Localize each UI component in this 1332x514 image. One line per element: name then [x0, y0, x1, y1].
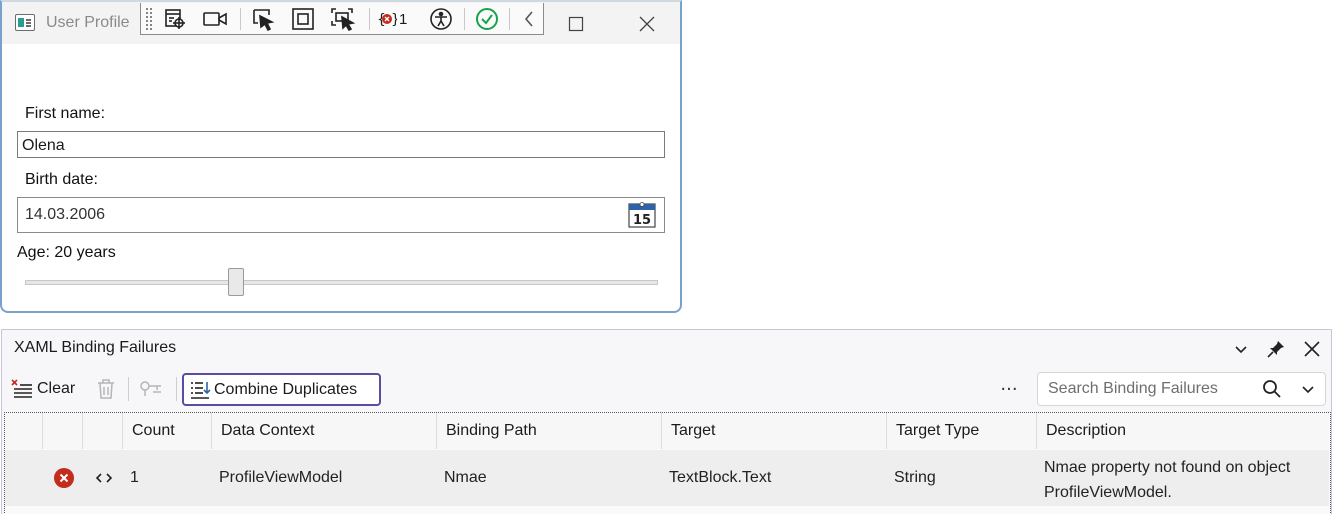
- camera-icon: [203, 12, 227, 26]
- collapse-toolbar-button[interactable]: [515, 6, 543, 32]
- accessibility-icon: [430, 8, 452, 30]
- select-element-icon: [253, 9, 275, 31]
- binding-error-count: 1: [399, 10, 408, 28]
- col-header-count[interactable]: Count: [123, 413, 212, 449]
- in-app-toolbar: { } 1: [140, 3, 544, 35]
- birth-date-label: Birth date:: [25, 171, 98, 188]
- search-box: [1037, 372, 1326, 406]
- data-context-cell: ProfileViewModel: [219, 469, 343, 486]
- search-input[interactable]: [1038, 373, 1254, 405]
- birth-date-value: 14.03.2006: [25, 206, 106, 223]
- chevron-down-icon[interactable]: [1300, 381, 1316, 397]
- col-header-binding-path[interactable]: Binding Path: [437, 413, 662, 449]
- accessibility-checker-button[interactable]: [427, 6, 455, 32]
- first-name-label: First name:: [25, 105, 106, 122]
- count-cell: 1: [130, 469, 139, 486]
- show-in-app-toolbar-button[interactable]: [201, 6, 229, 32]
- app-window: User Profile {1 First name: Olena Birth…: [0, 0, 682, 313]
- pin-panel-button[interactable]: [1263, 336, 1289, 362]
- error-icon-cell: [53, 450, 75, 506]
- combine-duplicates-label: Combine Duplicates: [214, 380, 358, 398]
- maximize-icon: [568, 16, 584, 32]
- chevron-left-icon: [524, 11, 533, 27]
- live-visual-tree-icon: [165, 9, 185, 29]
- col-header-data-context[interactable]: Data Context: [212, 413, 437, 449]
- close-icon: [639, 16, 655, 32]
- close-window-button[interactable]: [633, 10, 661, 38]
- binding-path-cell: Nmae: [444, 469, 487, 486]
- col-header-error: [5, 413, 43, 449]
- calendar-icon[interactable]: 15: [628, 202, 656, 228]
- clear-label: Clear: [37, 380, 76, 397]
- window-title: User Profile: [46, 14, 130, 31]
- more-options-button[interactable]: ···: [996, 374, 1022, 404]
- panel-options-button[interactable]: [1228, 336, 1254, 362]
- col-header-expand: [43, 413, 83, 449]
- clear-button[interactable]: Clear: [11, 374, 75, 404]
- code-brackets-icon: [95, 473, 113, 483]
- panel-title: XAML Binding Failures: [14, 339, 177, 356]
- key-filter-icon: [140, 381, 161, 396]
- pin-icon: [1267, 341, 1284, 358]
- binding-failures-button[interactable]: { } 1: [377, 6, 407, 32]
- drag-grip[interactable]: [145, 7, 153, 31]
- first-name-field[interactable]: Olena: [17, 131, 665, 158]
- screen: User Profile {1 First name: Olena Birth…: [0, 0, 1332, 514]
- trash-icon: [98, 379, 114, 399]
- live-visual-tree-button[interactable]: [161, 6, 189, 32]
- binding-error-icon: { }: [377, 12, 397, 28]
- age-slider-thumb[interactable]: [227, 268, 244, 296]
- title-bar[interactable]: User Profile {1: [2, 2, 680, 44]
- app-icon: [15, 14, 35, 31]
- hot-reload-status-button[interactable]: [473, 6, 501, 32]
- table-row[interactable]: 1 ProfileViewModel Nmae TextBlock.Text S…: [5, 450, 1329, 506]
- chevron-down-icon: [1235, 346, 1247, 354]
- binding-failures-panel: XAML Binding Failures Clear Combine Dupl…: [1, 329, 1332, 514]
- maximize-button[interactable]: [562, 10, 590, 38]
- combine-duplicates-button[interactable]: Combine Duplicates: [182, 373, 381, 406]
- filter-button[interactable]: [139, 374, 163, 404]
- check-circle-icon: [476, 8, 498, 30]
- delete-button[interactable]: [95, 374, 117, 404]
- track-focused-element-button[interactable]: [329, 6, 357, 32]
- binding-failures-grid: Count Data Context Binding Path Target T…: [4, 412, 1331, 514]
- target-type-cell: String: [894, 469, 936, 486]
- description-cell: Nmae property not found on object Profil…: [1044, 459, 1291, 501]
- clear-list-icon: [11, 379, 32, 398]
- col-header-spacer: [83, 413, 123, 449]
- close-panel-button[interactable]: [1299, 336, 1325, 362]
- select-element-button[interactable]: [249, 6, 277, 32]
- display-layout-adorners-button[interactable]: [289, 6, 317, 32]
- age-slider-track[interactable]: [25, 280, 658, 285]
- target-cell: TextBlock.Text: [669, 469, 772, 486]
- birth-date-picker[interactable]: 14.03.2006 15: [17, 197, 665, 233]
- age-label: Age: 20 years: [17, 244, 116, 261]
- error-icon: [54, 468, 74, 488]
- close-icon: [1304, 341, 1320, 357]
- calendar-day: 15: [633, 213, 651, 228]
- combine-duplicates-icon: [191, 381, 211, 399]
- go-to-source-button[interactable]: [95, 450, 113, 506]
- svg-text:}: }: [391, 12, 397, 28]
- track-focus-icon: [331, 8, 356, 31]
- search-icon[interactable]: [1262, 379, 1282, 399]
- layout-adorners-icon: [292, 8, 314, 30]
- col-header-target[interactable]: Target: [662, 413, 887, 449]
- col-header-description[interactable]: Description: [1037, 413, 1329, 449]
- col-header-target-type[interactable]: Target Type: [887, 413, 1037, 449]
